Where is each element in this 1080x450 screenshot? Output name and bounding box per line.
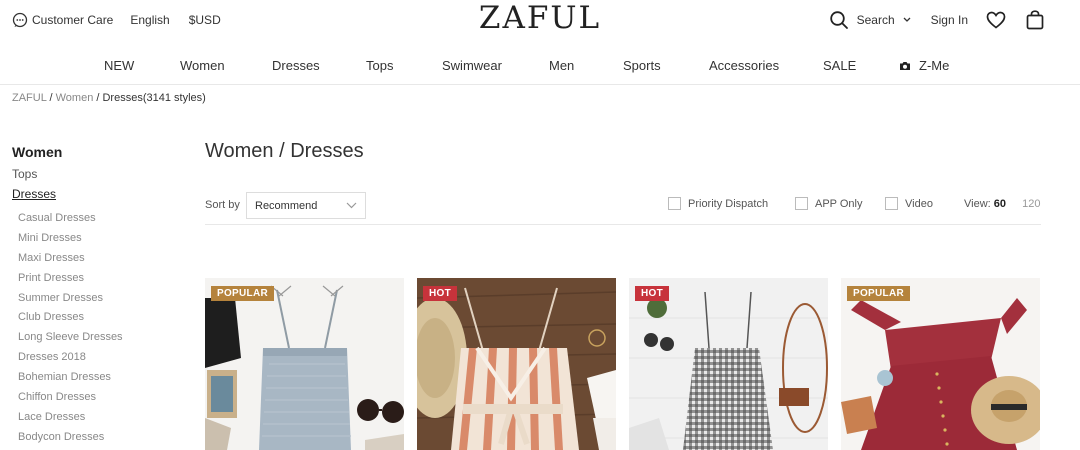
sidebar-item-dresses[interactable]: Dresses (12, 187, 123, 201)
product-badge: HOT (635, 286, 670, 301)
chevron-down-icon (903, 17, 911, 22)
sidebar-subitem[interactable]: Casual Dresses (18, 210, 123, 230)
view-count-selector: View: 60 120 (964, 198, 1040, 210)
main-nav: NEW Women Dresses Tops Swimwear Men Spor… (0, 54, 1080, 80)
view-option[interactable]: 120 (1022, 198, 1040, 210)
sort-filter-bar: Sort by Recommend Priority Dispatch APP … (205, 192, 1041, 220)
nav-item-men[interactable]: Men (549, 58, 574, 73)
header-actions: Search Sign In (829, 10, 1044, 30)
nav-divider (0, 84, 1080, 85)
nav-item-tops[interactable]: Tops (366, 58, 393, 73)
product-image[interactable] (205, 278, 404, 450)
video-checkbox[interactable] (885, 197, 898, 210)
sidebar-subitem[interactable]: Dresses 2018 (18, 349, 123, 369)
filter-priority-dispatch[interactable]: Priority Dispatch (668, 197, 768, 210)
sidebar-subitem[interactable]: Bohemian Dresses (18, 369, 123, 389)
sidebar-subitem[interactable]: Bodycon Dresses (18, 429, 123, 449)
filter-label: Video (905, 197, 933, 210)
sidebar-subitem[interactable]: Long Sleeve Dresses (18, 329, 123, 349)
app-only-checkbox[interactable] (795, 197, 808, 210)
page-title: Women / Dresses (205, 140, 364, 162)
sidebar-subitem[interactable]: Club Dresses (18, 309, 123, 329)
product-image[interactable] (629, 278, 828, 450)
breadcrumb-current: Dresses(3141 styles) (102, 92, 206, 104)
product-card[interactable]: HOT (417, 278, 616, 450)
nav-item-accessories[interactable]: Accessories (709, 58, 779, 73)
product-card[interactable]: HOT (629, 278, 828, 450)
sort-dropdown[interactable]: Recommend (246, 192, 366, 219)
view-label: View: (964, 198, 991, 210)
sidebar-subitem[interactable]: Mini Dresses (18, 230, 123, 250)
sidebar-title[interactable]: Women (12, 144, 123, 160)
sort-label: Sort by (205, 199, 240, 211)
search-button[interactable]: Search (829, 10, 911, 30)
sidebar-subitem[interactable]: Maxi Dresses (18, 250, 123, 270)
breadcrumb-women[interactable]: Women (56, 92, 94, 104)
filter-video[interactable]: Video (885, 197, 933, 210)
product-badge: POPULAR (211, 286, 274, 301)
nav-item-women[interactable]: Women (180, 58, 225, 73)
category-sidebar: Women Tops Dresses Casual Dresses Mini D… (12, 144, 123, 449)
sidebar-subitem[interactable]: Chiffon Dresses (18, 389, 123, 409)
product-badge: POPULAR (847, 286, 910, 301)
view-option-selected[interactable]: 60 (994, 198, 1006, 210)
nav-item-swimwear[interactable]: Swimwear (442, 58, 502, 73)
sidebar-subitem[interactable]: Lace Dresses (18, 409, 123, 429)
filter-label: APP Only (815, 197, 863, 210)
top-bar: Customer Care English $USD ZAFUL Search … (0, 0, 1080, 44)
nav-item-new[interactable]: NEW (104, 58, 134, 73)
sign-in-link[interactable]: Sign In (931, 13, 968, 27)
product-image[interactable] (841, 278, 1040, 450)
product-card[interactable]: POPULAR (841, 278, 1040, 450)
breadcrumb: ZAFUL / Women / Dresses(3141 styles) (12, 92, 206, 104)
product-image[interactable] (417, 278, 616, 450)
shopping-bag-icon[interactable] (1026, 10, 1044, 30)
sidebar-subitem[interactable]: Print Dresses (18, 270, 123, 290)
priority-dispatch-checkbox[interactable] (668, 197, 681, 210)
nav-item-dresses[interactable]: Dresses (272, 58, 320, 73)
search-icon (829, 11, 848, 29)
nav-item-z-me[interactable]: Z-Me (899, 58, 949, 73)
search-label: Search (856, 13, 895, 27)
product-card[interactable]: POPULAR (205, 278, 404, 450)
sidebar-subitem[interactable]: Summer Dresses (18, 290, 123, 310)
camera-icon (900, 61, 910, 70)
nav-item-sale[interactable]: SALE (823, 58, 856, 73)
breadcrumb-root[interactable]: ZAFUL (12, 92, 46, 104)
filter-label: Priority Dispatch (688, 197, 769, 210)
sort-divider (205, 224, 1041, 225)
product-badge: HOT (423, 286, 458, 301)
nav-item-z-me-label: Z-Me (919, 58, 950, 73)
chevron-down-icon (346, 202, 357, 209)
filter-app-only[interactable]: APP Only (795, 197, 863, 210)
sidebar-item-tops[interactable]: Tops (12, 167, 123, 181)
breadcrumb-separator: / (46, 92, 56, 104)
heart-icon[interactable] (986, 11, 1006, 29)
sort-value: Recommend (255, 199, 318, 212)
nav-item-sports[interactable]: Sports (623, 58, 661, 73)
